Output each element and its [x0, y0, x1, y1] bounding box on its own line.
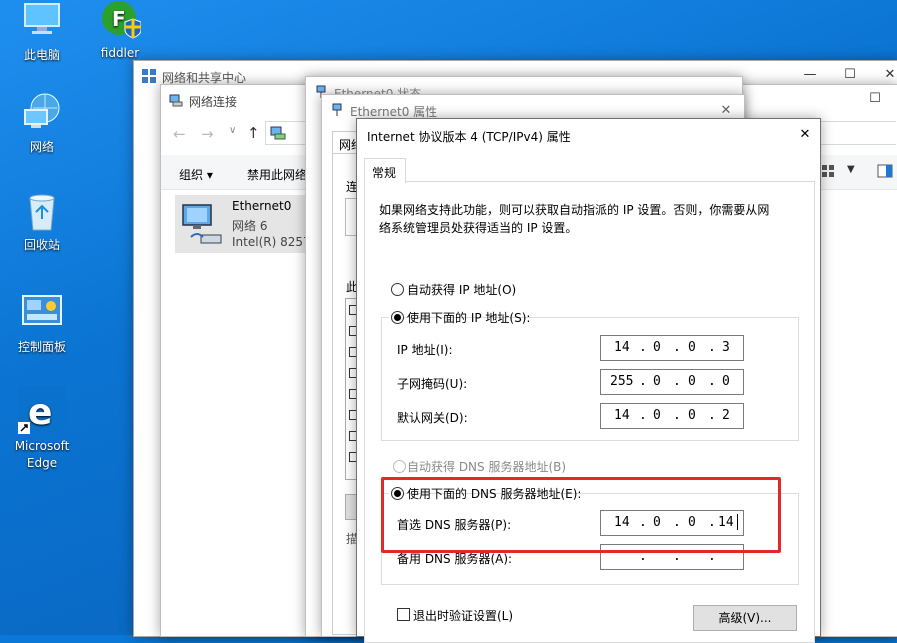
desktop-icon-label: 控制面板 — [17, 340, 66, 354]
network-center-icon — [142, 69, 156, 83]
octet-1: 14 — [614, 408, 630, 423]
ip-address-field[interactable]: 14 . 0 . 0 . 3 — [600, 335, 744, 361]
octet-dot: . — [708, 340, 716, 355]
close-icon[interactable]: ✕ — [882, 67, 897, 83]
properties-window-icon — [330, 103, 344, 117]
ip-address-label: IP 地址(I): — [397, 343, 453, 357]
svg-text:e: e — [28, 392, 52, 433]
recent-chevron-icon[interactable]: ∨ — [229, 125, 236, 136]
default-gateway-label: 默认网关(D): — [397, 411, 468, 425]
adapter-device: Intel(R) 8257 — [232, 235, 311, 249]
address-location-icon — [270, 125, 286, 144]
forward-arrow-icon[interactable]: → — [201, 125, 214, 143]
octet-dot: . — [708, 374, 716, 389]
octet-dot: . — [639, 340, 647, 355]
network-connections-icon — [169, 93, 183, 107]
octet-3: 0 — [688, 408, 696, 423]
desktop-icon-control-panel[interactable]: 控制面板 — [6, 292, 78, 355]
subnet-mask-label: 子网掩码(U): — [397, 377, 468, 391]
manual-ip-radio[interactable] — [391, 311, 404, 324]
adapter-name: Ethernet0 — [232, 199, 292, 213]
view-options-icon[interactable] — [821, 164, 835, 181]
up-arrow-icon[interactable]: ↑ — [247, 124, 260, 142]
maximize-icon[interactable]: ☐ — [867, 91, 883, 107]
auto-ip-label[interactable]: 自动获得 IP 地址(O) — [407, 281, 516, 298]
computer-icon — [21, 0, 63, 42]
validate-label[interactable]: 退出时验证设置(L) — [413, 607, 513, 624]
desktop-icon-network[interactable]: 网络 — [6, 92, 78, 155]
title-bar: Internet 协议版本 4 (TCP/IPv4) 属性 ✕ — [357, 119, 820, 151]
back-arrow-icon[interactable]: ← — [173, 125, 186, 143]
desktop-icon-label: 网络 — [29, 140, 54, 154]
ethernet-adapter-icon — [179, 201, 225, 250]
validate-checkbox[interactable] — [397, 608, 410, 621]
dialog-title: Internet 协议版本 4 (TCP/IPv4) 属性 — [367, 130, 571, 144]
octet-dot: . — [673, 374, 681, 389]
adapter-item[interactable]: Ethernet0 网络 6 Intel(R) 8257 — [175, 195, 315, 253]
close-icon[interactable]: ✕ — [797, 127, 813, 143]
svg-text:F: F — [112, 7, 126, 31]
manual-ip-label[interactable]: 使用下面的 IP 地址(S): — [407, 309, 530, 326]
desktop-icon-fiddler[interactable]: F fiddler — [84, 0, 156, 60]
disable-network-button[interactable]: 禁用此网络 — [247, 166, 307, 183]
organize-menu[interactable]: 组织 ▾ — [179, 166, 213, 183]
recycle-bin-icon — [21, 190, 63, 232]
octet-dot: . — [639, 374, 647, 389]
highlight-box — [381, 477, 781, 553]
octet-2: 0 — [653, 374, 661, 389]
octet-1: 14 — [614, 340, 630, 355]
octet-3: 0 — [688, 340, 696, 355]
octet-dot: . — [673, 408, 681, 423]
minimize-icon[interactable]: — — [802, 67, 818, 83]
network-icon — [21, 92, 63, 134]
octet-dot: . — [708, 408, 716, 423]
adapter-network: 网络 6 — [232, 219, 268, 233]
tab-general-label: 常规 — [372, 166, 397, 180]
octet-1: 255 — [610, 374, 634, 389]
octet-4: 3 — [722, 340, 730, 355]
desktop-icon-label: Microsoft Edge — [14, 439, 70, 470]
window-title: 网络连接 — [189, 95, 238, 109]
advanced-button[interactable]: 高级(V)... — [693, 605, 797, 631]
fiddler-icon: F — [99, 0, 142, 42]
desktop-icon-edge[interactable]: e Microsoft Edge — [6, 386, 78, 472]
desktop-icon-label: 此电脑 — [23, 48, 60, 62]
subnet-mask-field[interactable]: 255 . 0 . 0 . 0 — [600, 369, 744, 395]
auto-dns-radio[interactable] — [393, 460, 406, 473]
ipv4-properties-dialog: Internet 协议版本 4 (TCP/IPv4) 属性 ✕ 常规 如果网络支… — [356, 118, 821, 643]
octet-2: 0 — [653, 340, 661, 355]
auto-dns-label[interactable]: 自动获得 DNS 服务器地址(B) — [407, 458, 566, 475]
octet-4: 2 — [722, 408, 730, 423]
octet-2: 0 — [653, 408, 661, 423]
edge-icon: e — [18, 386, 66, 434]
desktop-icon-this-pc[interactable]: 此电脑 — [6, 0, 78, 63]
desktop-icon-label: fiddler — [100, 46, 140, 60]
octet-dot: . — [639, 408, 647, 423]
tab-general[interactable]: 常规 — [364, 158, 406, 183]
octet-4: 0 — [722, 374, 730, 389]
manual-ip-option[interactable]: 使用下面的 IP 地址(S): — [389, 308, 530, 326]
default-gateway-field[interactable]: 14 . 0 . 0 . 2 — [600, 403, 744, 429]
desktop-icon-label: 回收站 — [23, 238, 60, 252]
octet-3: 0 — [688, 374, 696, 389]
maximize-icon[interactable]: ☐ — [842, 67, 858, 83]
description-text: 如果网络支持此功能，则可以获取自动指派的 IP 设置。否则，你需要从网络系统管理… — [379, 203, 770, 235]
octet-dot: . — [673, 340, 681, 355]
close-icon[interactable]: ✕ — [718, 103, 734, 119]
view-dropdown-icon[interactable]: ▼ — [847, 164, 855, 175]
desktop-icon-recycle-bin[interactable]: 回收站 — [6, 190, 78, 253]
auto-ip-radio[interactable] — [391, 283, 404, 296]
control-panel-icon — [21, 292, 63, 334]
preview-pane-icon[interactable] — [877, 164, 893, 181]
